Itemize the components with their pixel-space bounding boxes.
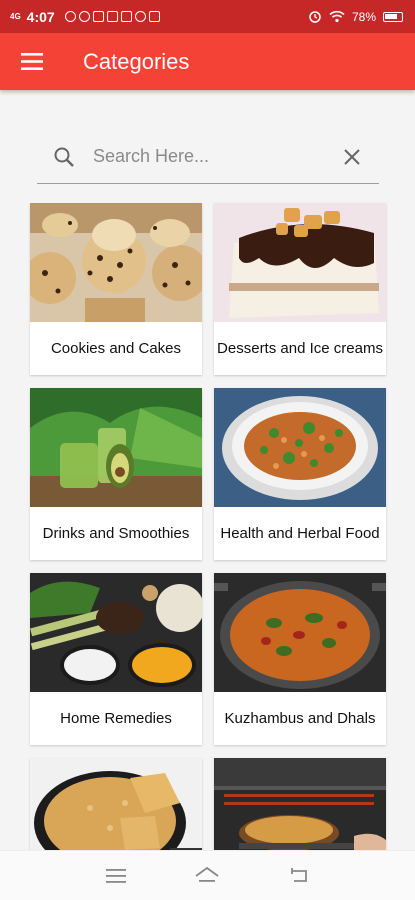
- category-label: Drinks and Smoothies: [42, 524, 190, 542]
- category-card-health-and-herbal-food[interactable]: Health and Herbal Food: [214, 388, 386, 560]
- battery-percent: 78%: [351, 9, 376, 24]
- back-icon[interactable]: [288, 867, 310, 885]
- category-grid: Cookies and Cakes Desserts and Ice cream…: [30, 203, 386, 900]
- notification-icon: [78, 11, 90, 22]
- category-label: Desserts and Ice creams: [217, 339, 383, 357]
- home-remedies-image: [30, 573, 202, 692]
- search-input[interactable]: [93, 146, 329, 167]
- clear-icon[interactable]: [343, 148, 361, 166]
- category-label: Kuzhambus and Dhals: [224, 709, 376, 727]
- category-card-desserts-and-ice-creams[interactable]: Desserts and Ice creams: [214, 203, 386, 375]
- notification-icon: [64, 11, 76, 22]
- home-icon[interactable]: [194, 866, 220, 886]
- health-and-herbal-food-image: [214, 388, 386, 507]
- alarm-icon: [309, 10, 321, 23]
- menu-button[interactable]: [4, 33, 60, 90]
- system-nav-bar: [0, 850, 415, 900]
- desserts-and-ice-creams-image: [214, 203, 386, 322]
- home-button[interactable]: [187, 856, 227, 896]
- category-label: Cookies and Cakes: [50, 339, 182, 357]
- battery-icon: [383, 11, 403, 22]
- network-indicator: 4G: [10, 11, 21, 21]
- status-time: 4:07: [26, 8, 55, 25]
- app-bar: Categories: [0, 33, 415, 90]
- category-card-drinks-and-smoothies[interactable]: Drinks and Smoothies: [30, 388, 202, 560]
- category-label: Home Remedies: [60, 709, 172, 727]
- page-title: Categories: [83, 48, 190, 74]
- kuzhambus-and-dhals-image: [214, 573, 386, 692]
- notification-icon: [134, 11, 146, 22]
- hamburger-menu-icon[interactable]: [21, 53, 43, 70]
- notification-icon: [148, 11, 160, 22]
- status-right: 78%: [308, 10, 403, 24]
- category-card-kuzhambus-and-dhals[interactable]: Kuzhambus and Dhals: [214, 573, 386, 745]
- drinks-and-smoothies-image: [30, 388, 202, 507]
- notification-icon: [92, 11, 104, 22]
- notification-icon: [120, 11, 132, 22]
- wifi-icon: [329, 10, 345, 23]
- cookies-and-cakes-image: [30, 203, 202, 322]
- category-card-home-remedies[interactable]: Home Remedies: [30, 573, 202, 745]
- back-button[interactable]: [279, 856, 319, 896]
- category-card-cookies-and-cakes[interactable]: Cookies and Cakes: [30, 203, 202, 375]
- search-bar: [37, 130, 379, 184]
- notification-icons: [64, 11, 160, 22]
- status-left: 4G 4:07: [10, 9, 160, 25]
- notification-icon: [106, 11, 118, 22]
- status-bar: 4G 4:07 78%: [0, 0, 415, 33]
- recent-apps-button[interactable]: [96, 856, 136, 896]
- category-label: Health and Herbal Food: [220, 524, 380, 542]
- recent-apps-icon[interactable]: [105, 868, 126, 884]
- search-icon[interactable]: [53, 146, 75, 168]
